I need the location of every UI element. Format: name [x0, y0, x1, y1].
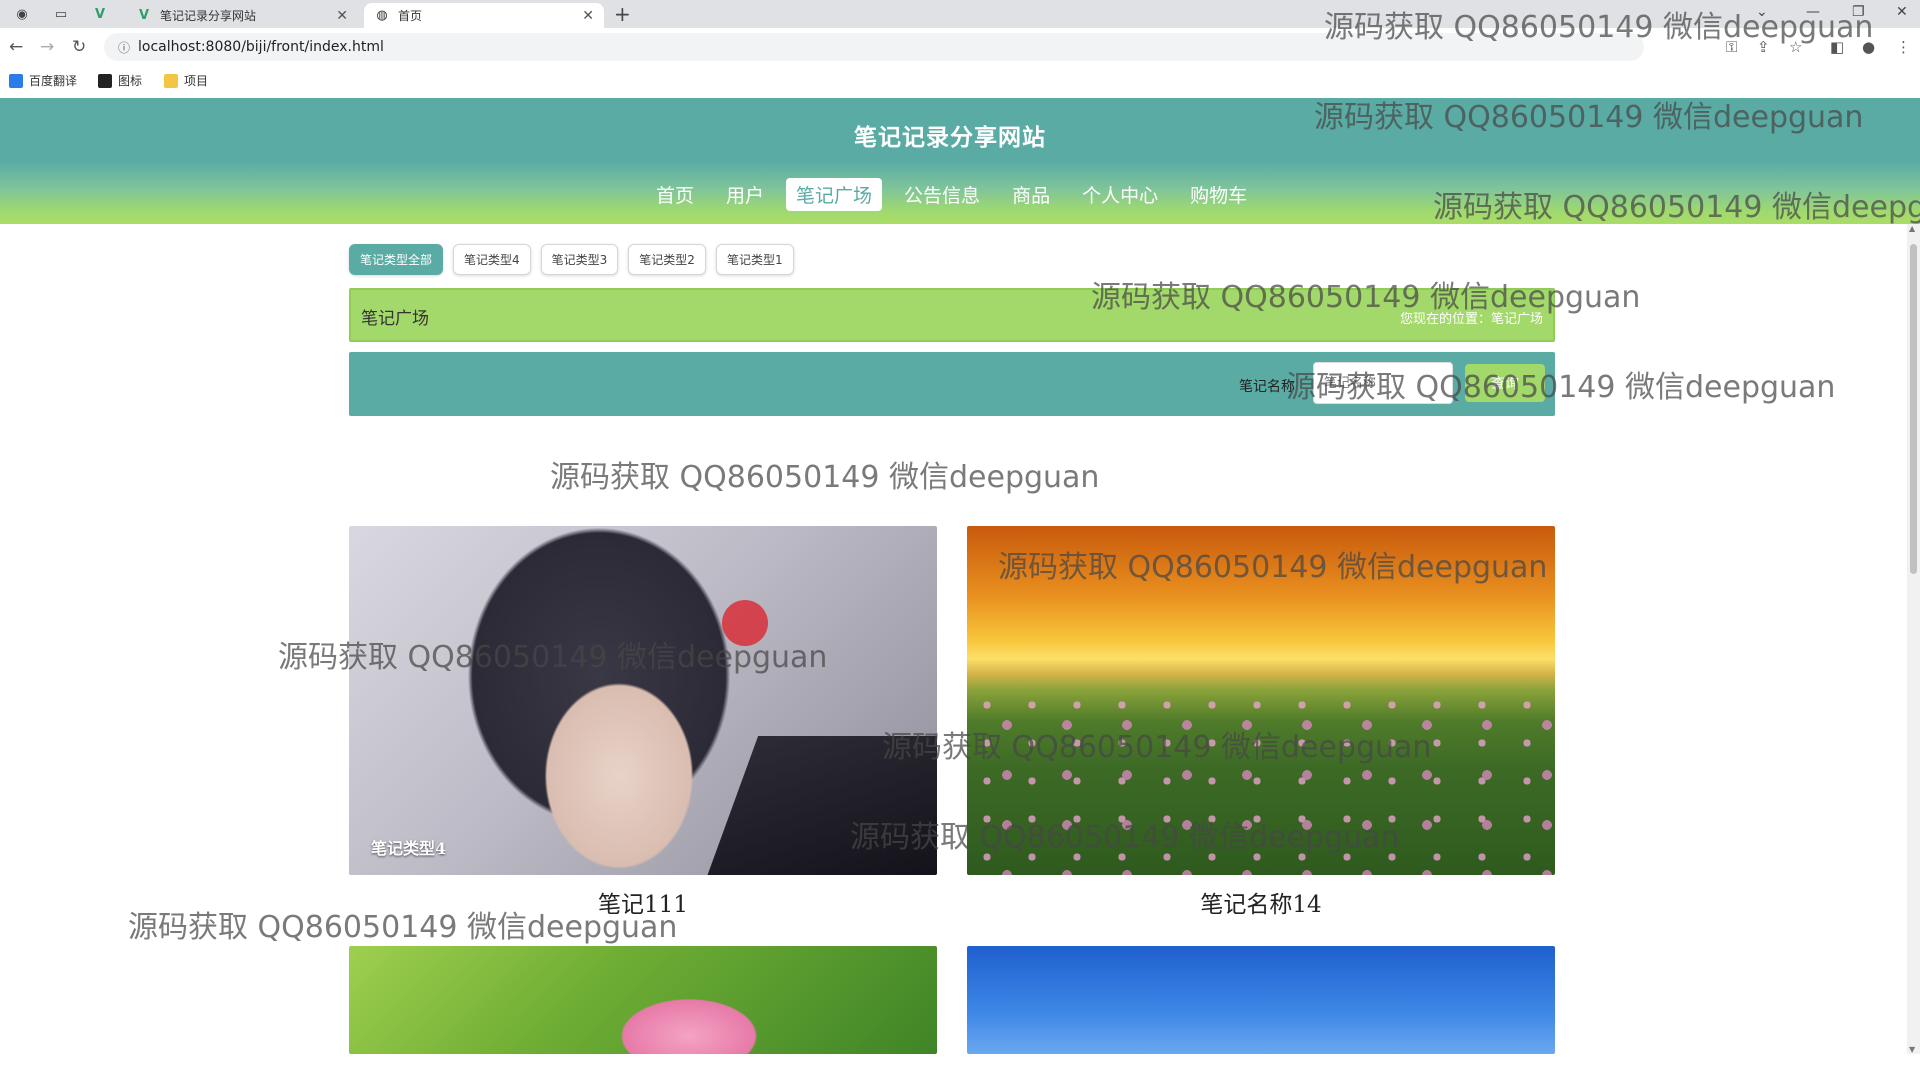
image-detail: [967, 685, 1555, 875]
scrollbar-thumb[interactable]: [1910, 244, 1917, 574]
chip-type-1[interactable]: 笔记类型1: [715, 244, 794, 275]
close-tab-icon[interactable]: ✕: [336, 8, 348, 24]
nav-products[interactable]: 商品: [1002, 178, 1060, 211]
chip-all-types[interactable]: 笔记类型全部: [349, 244, 444, 275]
forward-arrow-icon[interactable]: →: [40, 37, 54, 57]
search-input[interactable]: [1313, 362, 1453, 404]
site-title: 笔记记录分享网站: [854, 125, 1046, 151]
bookmark-icons[interactable]: 图标: [98, 72, 142, 89]
note-image[interactable]: [967, 526, 1555, 875]
minimize-icon[interactable]: —: [1806, 4, 1820, 20]
share-icon[interactable]: ⇪: [1757, 38, 1770, 56]
bookmark-label: 百度翻译: [29, 74, 78, 88]
nav-announcements[interactable]: 公告信息: [894, 178, 990, 211]
star-icon[interactable]: ☆: [1789, 38, 1802, 56]
note-card[interactable]: [967, 946, 1555, 1054]
address-toolbar: ← → ↻ ⓘ localhost:8080/biji/front/index.…: [0, 28, 1920, 67]
note-card[interactable]: 笔记名称14: [967, 526, 1555, 919]
tab-title: 笔记记录分享网站: [160, 9, 257, 23]
menu-icon[interactable]: ⋮: [1896, 38, 1911, 56]
note-image[interactable]: [967, 946, 1555, 1054]
chip-type-4[interactable]: 笔记类型4: [453, 244, 531, 275]
chip-type-3[interactable]: 笔记类型3: [540, 244, 619, 275]
folder-icon: [164, 73, 178, 88]
close-tab-icon[interactable]: ✕: [582, 8, 594, 24]
note-image[interactable]: [349, 946, 937, 1054]
close-window-icon[interactable]: ✕: [1896, 4, 1908, 20]
image-detail: [699, 736, 937, 875]
tab-group-icon[interactable]: ▭: [50, 4, 72, 24]
site-info-icon[interactable]: ⓘ: [110, 39, 138, 56]
globe-icon: ◍: [376, 8, 388, 23]
note-image[interactable]: 笔记类型4: [349, 526, 937, 875]
side-panel-icon[interactable]: ◧: [1830, 38, 1844, 56]
breadcrumb: 笔记广场 您现在的位置：笔记广场: [349, 288, 1555, 342]
url-text[interactable]: localhost:8080/biji/front/index.html: [138, 39, 384, 55]
browser-tab-bar: ◉ ▭ V V 笔记记录分享网站 ✕ ◍ 首页 ✕ + ⌄ — ❐ ✕: [0, 0, 1920, 28]
search-button[interactable]: 查询: [1465, 364, 1545, 402]
note-card[interactable]: [349, 946, 937, 1054]
reload-icon[interactable]: ↻: [72, 37, 86, 57]
note-title[interactable]: 笔记111: [349, 885, 937, 919]
nav-users[interactable]: 用户: [716, 178, 774, 211]
scroll-down-icon[interactable]: ▼: [1909, 1045, 1915, 1054]
bookmarks-bar: 百度翻译 图标 项目: [0, 66, 1920, 96]
nav-profile[interactable]: 个人中心: [1072, 178, 1168, 211]
restore-icon[interactable]: ❐: [1852, 4, 1865, 20]
page-scrollbar[interactable]: ▲ ▼: [1907, 224, 1920, 1054]
address-bar[interactable]: ⓘ localhost:8080/biji/front/index.html: [104, 33, 1644, 61]
profile-icon[interactable]: ●: [1862, 38, 1875, 56]
note-type-tag: 笔记类型4: [371, 839, 447, 858]
tab-search-icon[interactable]: ◉: [11, 4, 33, 24]
tab-title: 首页: [398, 9, 423, 23]
bookmark-project[interactable]: 项目: [164, 72, 208, 89]
new-tab-button[interactable]: +: [614, 2, 631, 26]
back-arrow-icon[interactable]: ←: [9, 37, 23, 57]
bookmark-baidu-translate[interactable]: 百度翻译: [9, 72, 77, 89]
pinned-tab-vue-icon[interactable]: V: [89, 4, 111, 24]
site-header: 笔记记录分享网站 首页 用户 笔记广场 公告信息 商品 个人中心 购物车: [0, 98, 1920, 224]
note-card[interactable]: 笔记类型4 笔记111: [349, 526, 937, 919]
type-filter-chips: 笔记类型全部 笔记类型4 笔记类型3 笔记类型2 笔记类型1: [349, 244, 804, 275]
main-nav: 首页 用户 笔记广场 公告信息 商品 个人中心 购物车: [640, 178, 1263, 211]
nav-cart[interactable]: 购物车: [1180, 178, 1257, 211]
vue-logo-icon: V: [138, 8, 150, 23]
image-icon: [98, 73, 112, 88]
page-title: 笔记广场: [361, 309, 429, 329]
bookmark-label: 图标: [118, 74, 143, 88]
chip-type-2[interactable]: 笔记类型2: [628, 244, 706, 275]
search-bar: 笔记名称 查询: [349, 352, 1555, 416]
tab-home[interactable]: ◍ 首页 ✕: [364, 3, 604, 28]
nav-note-square[interactable]: 笔记广场: [786, 178, 883, 211]
note-title[interactable]: 笔记名称14: [967, 885, 1555, 919]
mouse-cursor-highlight: [722, 600, 768, 646]
tab-site[interactable]: V 笔记记录分享网站 ✕: [126, 3, 358, 28]
nav-home[interactable]: 首页: [646, 178, 704, 211]
search-label: 笔记名称: [1239, 379, 1295, 395]
current-location: 您现在的位置：笔记广场: [1399, 312, 1543, 327]
scroll-up-icon[interactable]: ▲: [1909, 224, 1915, 233]
watermark: 源码获取 QQ86050149 微信deepguan: [550, 460, 1100, 495]
key-icon[interactable]: ⚿: [1726, 38, 1737, 56]
translate-icon: [9, 73, 23, 88]
bookmark-label: 项目: [184, 74, 209, 88]
chevron-down-icon[interactable]: ⌄: [1756, 4, 1768, 20]
